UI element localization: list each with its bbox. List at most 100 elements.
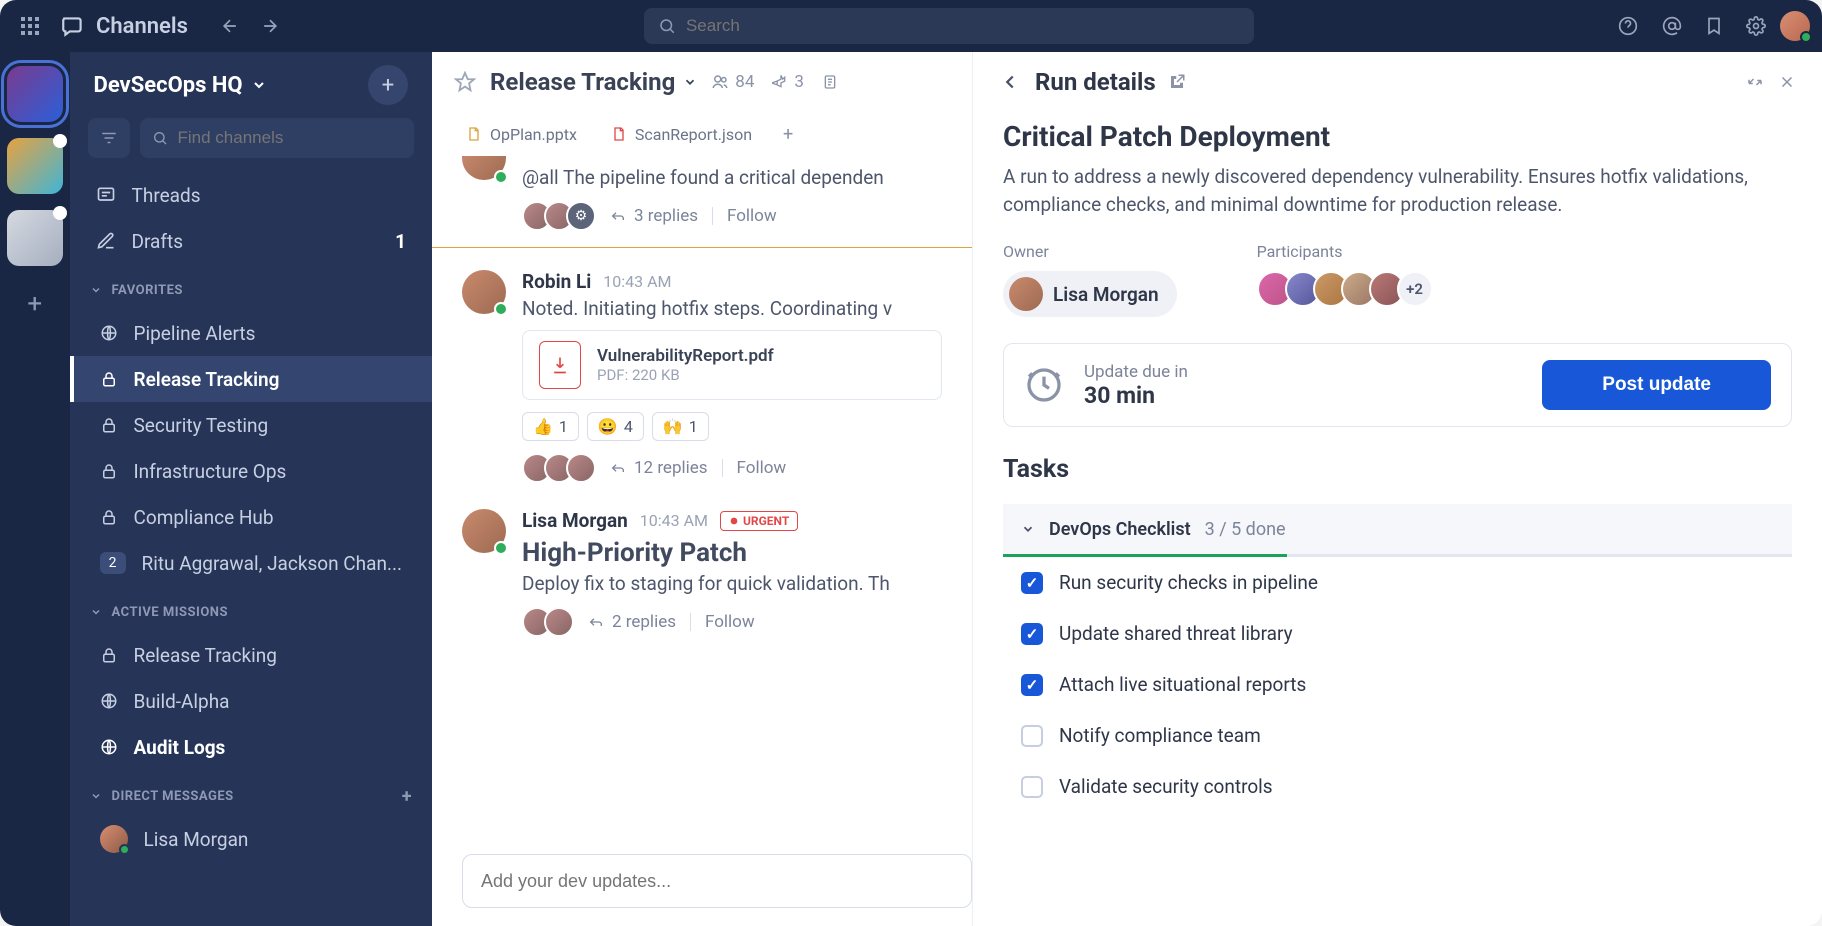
task-checkbox[interactable] <box>1021 623 1043 645</box>
add-dm-button[interactable]: + <box>402 786 412 807</box>
drafts-count: 1 <box>395 230 406 253</box>
files-icon[interactable] <box>822 74 838 90</box>
task-checkbox[interactable] <box>1021 674 1043 696</box>
owner-chip[interactable]: Lisa Morgan <box>1003 271 1177 317</box>
checklist-name: DevOps Checklist <box>1049 519 1191 540</box>
sidebar-item-security-testing[interactable]: Security Testing <box>70 402 432 448</box>
forward-button[interactable] <box>252 8 288 44</box>
mentions-icon[interactable] <box>1654 8 1690 44</box>
composer[interactable] <box>462 854 972 908</box>
update-card: Update due in 30 min Post update <box>1003 343 1792 427</box>
workspace-tile-3[interactable] <box>7 210 63 266</box>
reply-avatars[interactable] <box>522 453 596 483</box>
lock-icon <box>100 646 118 664</box>
attachment[interactable]: VulnerabilityReport.pdfPDF: 220 KB <box>522 330 942 400</box>
back-button[interactable] <box>212 8 248 44</box>
sidebar-item-release-tracking[interactable]: Release Tracking <box>70 632 432 678</box>
compose-button[interactable]: + <box>368 65 408 105</box>
task-item[interactable]: Update shared threat library <box>1003 608 1792 659</box>
replies-link[interactable]: 12 replies <box>610 458 708 478</box>
tab-scanreport-json[interactable]: ScanReport.json <box>599 119 764 150</box>
composer-input[interactable] <box>481 871 953 892</box>
reaction[interactable]: 😀4 <box>587 412 644 441</box>
workspace-tile-2[interactable] <box>7 138 63 194</box>
members-count[interactable]: 84 <box>711 72 754 92</box>
task-checkbox[interactable] <box>1021 776 1043 798</box>
follow-link[interactable]: Follow <box>727 206 777 226</box>
add-workspace-button[interactable]: + <box>13 282 57 326</box>
participants[interactable]: +2 <box>1257 271 1433 307</box>
replies-link[interactable]: 3 replies <box>610 206 698 226</box>
lock-icon <box>100 416 118 434</box>
task-label: Validate security controls <box>1059 775 1273 798</box>
replies-link[interactable]: 2 replies <box>588 612 676 632</box>
section-missions[interactable]: ACTIVE MISSIONS <box>70 592 432 632</box>
task-item[interactable]: Validate security controls <box>1003 761 1792 812</box>
participants-more[interactable]: +2 <box>1397 271 1433 307</box>
channel-label: Audit Logs <box>134 736 226 759</box>
reaction[interactable]: 👍1 <box>522 412 579 441</box>
sidebar-item-ritu-aggrawal-jackson-chan-[interactable]: 2Ritu Aggrawal, Jackson Chan... <box>70 540 432 586</box>
pinned-count[interactable]: 3 <box>772 72 804 92</box>
apps-grid-icon[interactable] <box>12 8 48 44</box>
tab-label: ScanReport.json <box>635 125 752 144</box>
sidebar-item-pipeline-alerts[interactable]: Pipeline Alerts <box>70 310 432 356</box>
tab-opplan-pptx[interactable]: OpPlan.pptx <box>454 119 589 150</box>
external-link-icon[interactable] <box>1168 73 1186 91</box>
task-checkbox[interactable] <box>1021 725 1043 747</box>
follow-link[interactable]: Follow <box>705 612 755 632</box>
message-avatar[interactable] <box>462 270 506 314</box>
workspace-tile-1[interactable] <box>7 66 63 122</box>
sidebar-item-infrastructure-ops[interactable]: Infrastructure Ops <box>70 448 432 494</box>
help-icon[interactable] <box>1610 8 1646 44</box>
search-box[interactable] <box>644 8 1254 44</box>
close-icon[interactable] <box>1778 73 1796 91</box>
workspace-switcher[interactable]: DevSecOps HQ <box>94 73 267 98</box>
sidebar-item-compliance-hub[interactable]: Compliance Hub <box>70 494 432 540</box>
owner-label: Owner <box>1003 242 1177 261</box>
message-author[interactable]: Lisa Morgan <box>522 509 628 532</box>
settings-icon[interactable] <box>1738 8 1774 44</box>
channels-link[interactable]: Channels <box>60 13 188 39</box>
threads-link[interactable]: Threads <box>70 172 432 218</box>
task-item[interactable]: Run security checks in pipeline <box>1003 557 1792 608</box>
status-online-icon <box>119 844 130 855</box>
participants-label: Participants <box>1257 242 1433 261</box>
run-description: A run to address a newly discovered depe… <box>1003 163 1792 218</box>
reply-avatars[interactable] <box>522 607 574 637</box>
find-channels-input[interactable] <box>178 128 402 148</box>
collapse-icon[interactable] <box>1746 73 1764 91</box>
star-icon[interactable] <box>454 71 476 93</box>
task-item[interactable]: Notify compliance team <box>1003 710 1792 761</box>
back-button[interactable] <box>999 71 1021 93</box>
find-channels-box[interactable] <box>140 118 414 158</box>
task-checkbox[interactable] <box>1021 572 1043 594</box>
channel-title[interactable]: Release Tracking <box>490 68 697 96</box>
message-author[interactable]: Robin Li <box>522 270 591 293</box>
sidebar-item-release-tracking[interactable]: Release Tracking <box>70 356 432 402</box>
checklist-header[interactable]: DevOps Checklist 3 / 5 done <box>1003 504 1792 554</box>
reply-avatars[interactable]: ⚙ <box>522 201 596 231</box>
filter-button[interactable] <box>88 118 130 158</box>
task-item[interactable]: Attach live situational reports <box>1003 659 1792 710</box>
unread-dot-icon <box>53 134 67 148</box>
reaction[interactable]: 🙌1 <box>652 412 709 441</box>
section-dms[interactable]: DIRECT MESSAGES + <box>70 776 432 816</box>
sidebar-item-audit-logs[interactable]: Audit Logs <box>70 724 432 770</box>
globe-icon <box>100 738 118 756</box>
message-avatar[interactable] <box>462 509 506 553</box>
tasks-heading: Tasks <box>1003 455 1792 484</box>
user-avatar[interactable] <box>1780 11 1810 41</box>
sidebar-item-build-alpha[interactable]: Build-Alpha <box>70 678 432 724</box>
search-input[interactable] <box>686 16 1240 36</box>
add-tab-button[interactable]: + <box>774 120 802 148</box>
dm-item[interactable]: Lisa Morgan <box>70 816 432 862</box>
saved-icon[interactable] <box>1696 8 1732 44</box>
channel-label: Infrastructure Ops <box>134 460 287 483</box>
follow-link[interactable]: Follow <box>737 458 787 478</box>
section-favorites[interactable]: FAVORITES <box>70 270 432 310</box>
drafts-link[interactable]: Drafts 1 <box>70 218 432 264</box>
post-update-button[interactable]: Post update <box>1542 360 1771 410</box>
reaction-count: 4 <box>624 417 633 436</box>
file-icon <box>466 126 482 142</box>
